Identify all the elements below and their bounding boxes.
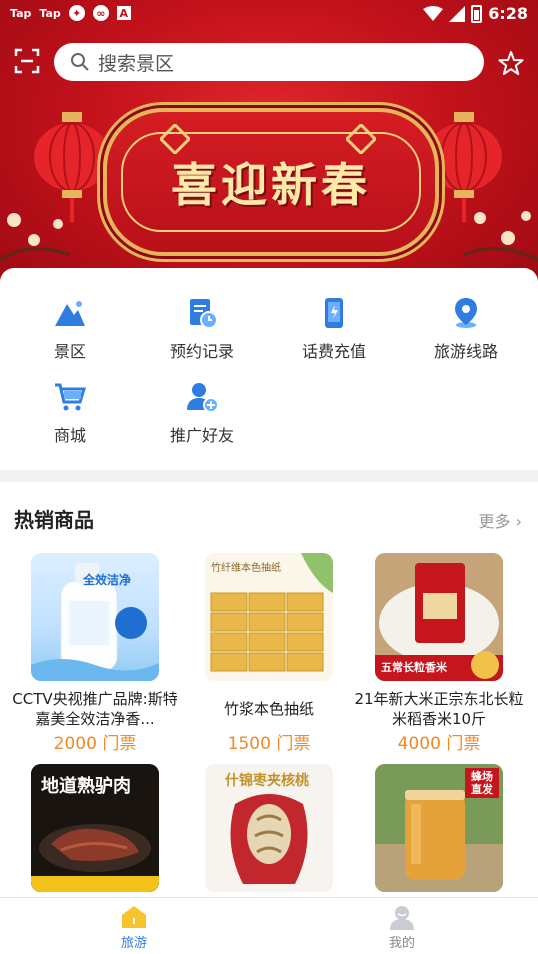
blossom-left-icon	[0, 213, 71, 262]
menu-item-invite-friends[interactable]: 推广好友	[142, 380, 262, 446]
tab-label: 我的	[388, 936, 415, 951]
banner-text: 喜迎新春	[171, 158, 371, 212]
cart-icon	[55, 383, 87, 411]
signal-icon	[449, 5, 466, 22]
product-image[interactable]: 什锦枣夹核桃	[205, 764, 333, 892]
menu-item-booking-records[interactable]: 预约记录	[142, 296, 262, 362]
menu-item-mall[interactable]: 商城	[10, 380, 130, 446]
product-price: 2000 门票	[53, 734, 137, 754]
taptap-icon: Tap	[10, 6, 32, 20]
product-price: 1500 门票	[227, 734, 311, 754]
phone-charge-icon	[325, 298, 343, 328]
user-icon	[390, 906, 414, 930]
location-pin-icon	[455, 298, 477, 328]
tab-label: 旅游	[120, 936, 147, 951]
app-notification-icon: A	[116, 6, 131, 20]
tab-mine[interactable]: 我的	[362, 904, 442, 951]
menu-label: 景区	[53, 342, 86, 361]
blossom-right-icon	[463, 211, 538, 262]
product-card[interactable]: 全效洁净 CCTV央视推广品牌:斯特嘉美全效洁净香... 2000 门票	[7, 553, 183, 754]
product-image[interactable]: 五常长粒香米	[375, 553, 503, 681]
product-image[interactable]: 全效洁净	[31, 553, 159, 681]
product-image-text: 全效洁净	[83, 573, 132, 587]
menu-label: 推广好友	[169, 426, 234, 445]
home-icon	[122, 906, 146, 928]
product-image-text: 什锦枣夹核桃	[225, 773, 309, 789]
menu-item-phone-recharge[interactable]: 话费充值	[274, 296, 394, 362]
chinese-knot-right-icon	[346, 124, 376, 154]
product-price: 4000 门票	[397, 734, 481, 754]
product-image-text: 五常长粒香米	[381, 661, 447, 674]
menu-label: 预约记录	[169, 342, 234, 361]
product-name: 竹浆本色抽纸	[223, 700, 314, 718]
mountain-icon	[55, 301, 85, 326]
menu-item-scenic[interactable]: 景区	[10, 296, 130, 362]
product-card[interactable]: 蜂场直发	[351, 764, 527, 892]
product-card[interactable]: 地道熟驴肉	[7, 764, 183, 892]
product-card[interactable]: 五常长粒香米 21年新大米正宗东北长粒米稻香米10斤 4000 门票	[351, 553, 527, 754]
product-image[interactable]: 蜂场直发	[375, 764, 503, 892]
more-link[interactable]: 更多 ›	[479, 508, 523, 532]
product-image[interactable]: 地道熟驴肉	[31, 764, 159, 892]
section-divider	[0, 470, 538, 482]
product-card[interactable]: 竹纤维本色抽纸 竹浆本色抽纸 1500 门票	[181, 553, 357, 754]
product-card[interactable]: 什锦枣夹核桃	[181, 764, 357, 892]
product-image[interactable]: 竹纤维本色抽纸	[205, 553, 333, 681]
search-icon	[71, 53, 89, 71]
menu-item-travel-routes[interactable]: 旅游线路	[406, 296, 526, 362]
status-bar: Tap Tap ✦ ∞ A 6:28	[0, 0, 538, 28]
scan-icon[interactable]	[14, 48, 40, 74]
product-image-text: 蜂场直发	[465, 768, 499, 798]
menu-label: 旅游线路	[433, 342, 498, 361]
menu-label: 话费充值	[301, 342, 366, 361]
status-time: 6:28	[488, 4, 528, 23]
tab-travel[interactable]: 旅游	[94, 904, 174, 951]
product-name: 21年新大米正宗东北长粒米稻香米10斤	[354, 690, 524, 728]
search-input[interactable]: 搜索景区	[54, 43, 484, 81]
menu-label: 商城	[53, 426, 86, 445]
taptap-icon: Tap	[39, 6, 61, 20]
product-name: CCTV央视推广品牌:斯特嘉美全效洁净香...	[12, 690, 178, 728]
bottom-tab-bar: 旅游 我的	[0, 897, 538, 954]
quick-menu-card: 景区 预约记录 话费充值 旅游线路 商城 推广好友	[0, 268, 538, 470]
search-placeholder: 搜索景区	[98, 52, 175, 75]
calendar-clock-icon	[190, 299, 218, 329]
app-notification-icon: ∞	[92, 5, 109, 21]
product-image-text: 地道熟驴肉	[41, 776, 131, 797]
add-user-icon	[187, 383, 219, 413]
chinese-knot-left-icon	[160, 124, 190, 154]
wifi-icon	[423, 5, 444, 21]
favorite-star-icon[interactable]	[498, 50, 524, 76]
new-year-sign: 喜迎新春	[103, 108, 439, 256]
hot-products-title: 热销商品	[14, 508, 94, 532]
product-image-text: 竹纤维本色抽纸	[211, 563, 281, 574]
battery-icon	[471, 4, 483, 23]
app-notification-icon: ✦	[68, 5, 85, 21]
